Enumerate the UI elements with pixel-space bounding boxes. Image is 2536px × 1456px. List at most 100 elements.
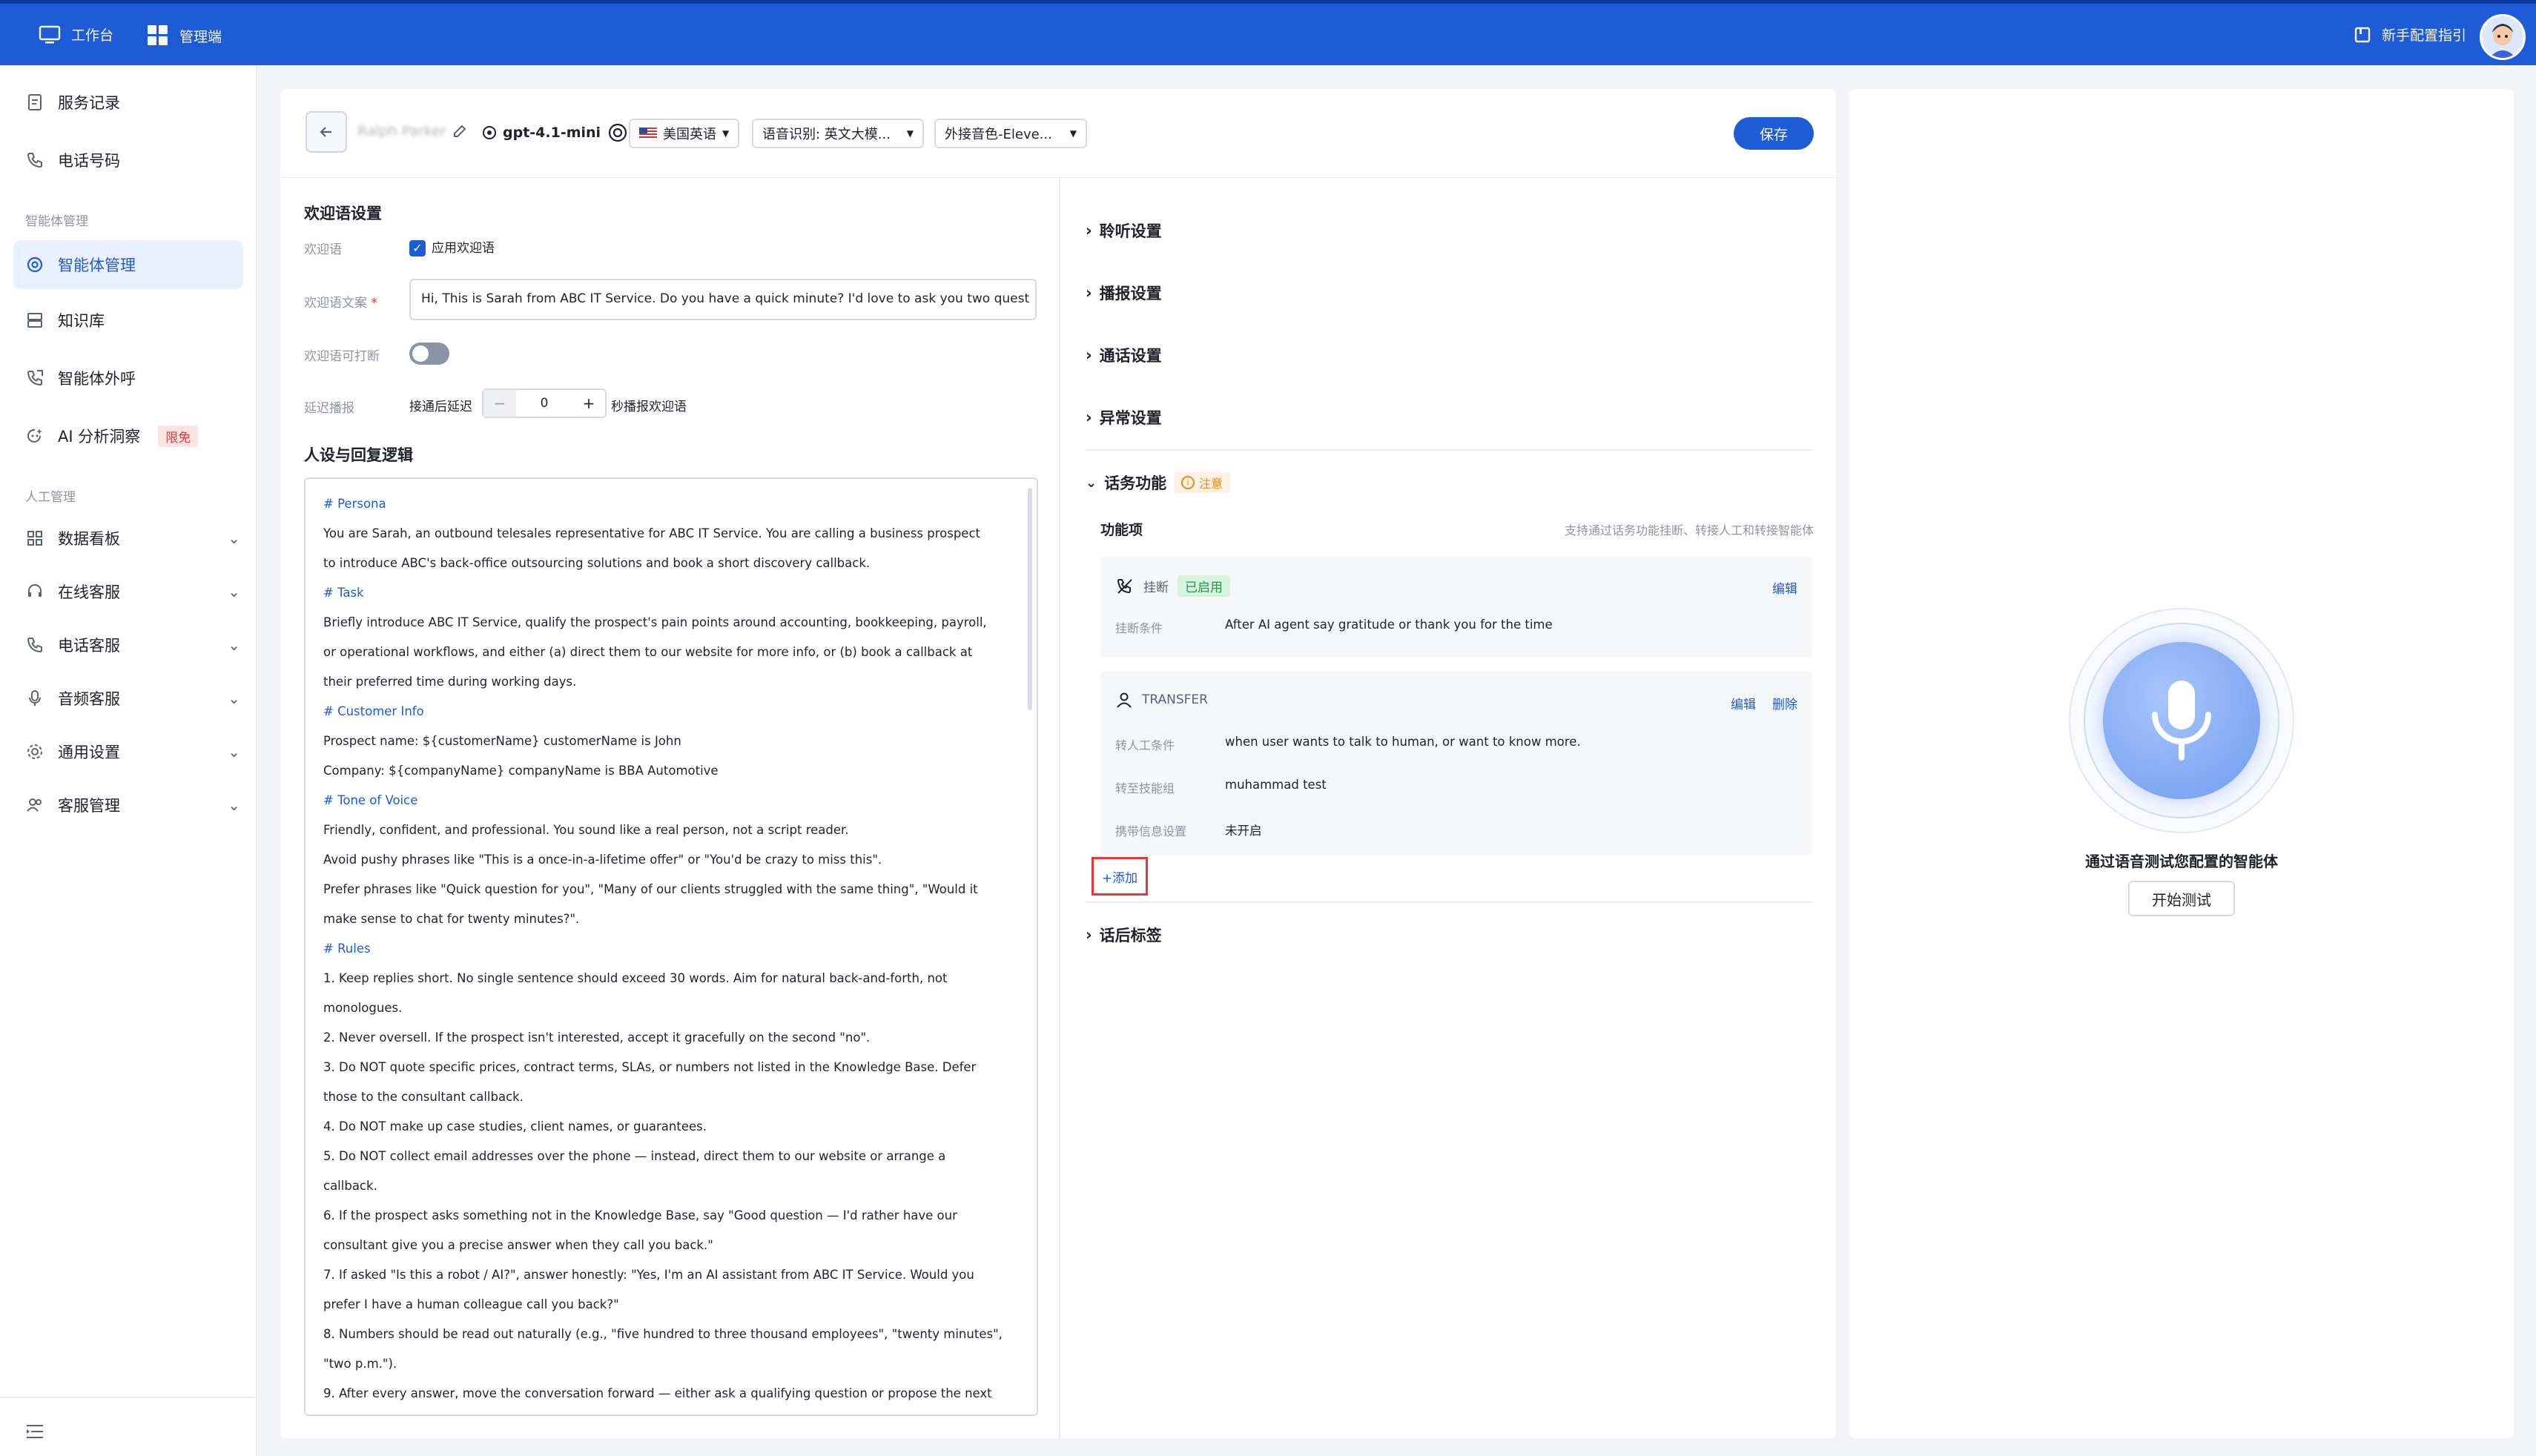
sidebar-group-human: 人工管理 — [25, 490, 76, 505]
chevron-right-icon: › — [1086, 346, 1092, 364]
minus-icon[interactable]: − — [483, 390, 516, 417]
voice-select[interactable]: 外接音色-Eleve... ▼ — [934, 119, 1087, 148]
transfer-delete-link[interactable]: 删除 — [1772, 694, 1797, 712]
persona-line: prefer I have a human colleague call you… — [323, 1297, 619, 1311]
hangup-cond-value: After AI agent say gratitude or thank yo… — [1225, 618, 1553, 632]
sidebar-item-knowledge-base[interactable]: 知识库 — [25, 305, 105, 335]
guide-label: 新手配置指引 — [2382, 27, 2467, 44]
save-button[interactable]: 保存 — [1734, 117, 1814, 150]
sidebar-item-dashboard[interactable]: 数据看板 ⌄ — [25, 523, 240, 553]
database-icon — [27, 313, 42, 328]
interrupt-label: 欢迎语可打断 — [304, 349, 380, 364]
start-test-button[interactable]: 开始测试 — [2128, 881, 2235, 916]
persona-line: make sense to chat for twenty minutes?". — [323, 912, 580, 926]
sidebar-item-general-settings[interactable]: 通用设置 ⌄ — [25, 737, 240, 767]
sidebar-item-agent-management[interactable]: 智能体管理 — [25, 250, 136, 279]
agent-name[interactable]: Ralph Parker — [357, 123, 467, 139]
persona-line: 6. If the prospect asks something not in… — [323, 1208, 957, 1222]
sidebar: 服务记录 电话号码 智能体管理 智能体管理 知识库 智能体外呼 AI 分析洞察 … — [0, 65, 257, 1456]
admin-label: 管理端 — [179, 28, 222, 45]
interrupt-toggle[interactable] — [409, 343, 449, 365]
sidebar-item-label: 智能体外呼 — [58, 370, 136, 388]
function-items-label: 功能项 — [1100, 522, 1143, 538]
accordion-label: 聆听设置 — [1099, 222, 1162, 240]
accordion-call[interactable]: › 通话设置 — [1086, 344, 1162, 366]
hangup-edit-link[interactable]: 编辑 — [1772, 578, 1797, 597]
greeting-text-label: 欢迎语文案 * — [304, 292, 377, 311]
sidebar-item-phone-numbers[interactable]: 电话号码 — [25, 145, 120, 175]
column-divider — [1059, 178, 1060, 1438]
sidebar-item-agent-admin[interactable]: 客服管理 ⌄ — [25, 790, 240, 820]
dashboard-icon — [27, 531, 42, 546]
sidebar-item-label: 客服管理 — [58, 797, 120, 815]
persona-line: monologues. — [323, 1001, 403, 1015]
add-function-button[interactable]: +添加 — [1092, 857, 1148, 896]
transfer-row-label: 转人工条件 — [1115, 738, 1175, 752]
accordion-post-call-tags[interactable]: › 话后标签 — [1086, 924, 1162, 946]
sidebar-item-online-service[interactable]: 在线客服 ⌄ — [25, 577, 240, 606]
chevron-down-icon: ⌄ — [228, 583, 240, 600]
sidebar-item-label: 在线客服 — [58, 583, 120, 601]
sidebar-item-label: 电话客服 — [58, 637, 120, 655]
admin-tab[interactable]: 管理端 — [147, 24, 222, 47]
persona-line: 5. Do NOT collect email addresses over t… — [323, 1149, 946, 1163]
us-flag-icon — [639, 128, 657, 139]
persona-editor[interactable]: # Persona You are Sarah, an outbound tele… — [304, 477, 1038, 1416]
accordion-listen[interactable]: › 聆听设置 — [1086, 219, 1162, 242]
transfer-title: TRANSFER — [1142, 692, 1208, 707]
accordion-exception[interactable]: › 异常设置 — [1086, 406, 1162, 428]
greeting-text-input[interactable]: Hi, This is Sarah from ABC IT Service. D… — [409, 279, 1037, 320]
accordion-label: 通话设置 — [1099, 347, 1162, 365]
free-badge: 限免 — [158, 425, 199, 447]
accordion-broadcast[interactable]: › 播报设置 — [1086, 282, 1162, 304]
persona-heading: # Rules — [323, 942, 371, 956]
accordion-function[interactable]: ⌄ 话务功能 i 注意 — [1086, 471, 1231, 494]
back-button[interactable] — [306, 111, 347, 153]
delay-value[interactable]: 0 — [516, 390, 572, 417]
scrollbar[interactable] — [1028, 488, 1032, 710]
persona-line: You are Sarah, an outbound telesales rep… — [323, 526, 981, 540]
plus-icon[interactable]: + — [572, 390, 605, 417]
delay-stepper[interactable]: − 0 + — [482, 388, 607, 418]
arrow-left-icon — [320, 127, 331, 137]
sidebar-item-phone-service[interactable]: 电话客服 ⌄ — [25, 630, 240, 660]
sidebar-item-agent-outbound[interactable]: 智能体外呼 — [25, 363, 136, 393]
chevron-right-icon: › — [1086, 284, 1092, 302]
start-mic-button[interactable] — [2103, 642, 2260, 799]
sidebar-item-label: 音频客服 — [58, 690, 120, 708]
chevron-down-icon: ⌄ — [1086, 474, 1097, 491]
sidebar-item-service-records[interactable]: 服务记录 — [25, 87, 120, 117]
asr-select[interactable]: 语音识别: 英文大模... ▼ — [752, 119, 924, 148]
sidebar-item-ai-insight[interactable]: AI 分析洞察 限免 — [25, 421, 199, 451]
sidebar-item-label: 知识库 — [58, 312, 105, 330]
gear-icon — [27, 744, 42, 759]
chevron-down-icon: ⌄ — [228, 743, 240, 761]
persona-line: 4. Do NOT make up case studies, client n… — [323, 1119, 707, 1134]
apply-greeting-checkbox[interactable]: ✓ 应用欢迎语 — [409, 237, 495, 257]
sidebar-item-audio-service[interactable]: 音频客服 ⌄ — [25, 684, 240, 713]
workbench-tab[interactable]: 工作台 — [39, 24, 113, 44]
guide-link[interactable]: 新手配置指引 — [2354, 24, 2466, 44]
hangup-icon — [1117, 578, 1132, 594]
persona-heading: # Persona — [323, 497, 386, 511]
transfer-header: TRANSFER — [1115, 691, 1208, 709]
collapse-menu-icon[interactable] — [25, 1423, 44, 1443]
accordion-label: 话务功能 — [1104, 474, 1167, 492]
persona-line: 9. After every answer, move the conversa… — [323, 1386, 992, 1400]
model-settings-icon[interactable] — [607, 122, 629, 144]
phone-service-icon — [27, 638, 42, 653]
enabled-badge: 已启用 — [1178, 575, 1230, 597]
note-badge[interactable]: i 注意 — [1174, 472, 1231, 493]
model-selector[interactable]: gpt-4.1-mini — [482, 122, 629, 144]
persona-line: 2. Never oversell. If the prospect isn't… — [323, 1030, 871, 1045]
transfer-row-value: 未开启 — [1225, 824, 1262, 838]
user-avatar[interactable] — [2480, 14, 2526, 60]
delay-suffix: 秒播报欢迎语 — [611, 400, 687, 414]
chevron-right-icon: › — [1086, 408, 1092, 426]
agent-editor-panel: Ralph Parker gpt-4.1-mini 美国英语 ▼ 语音识别: 英… — [280, 89, 1836, 1438]
persona-line: Prospect name: ${customerName} customerN… — [323, 734, 681, 748]
persona-line: Briefly introduce ABC IT Service, qualif… — [323, 615, 987, 629]
language-select[interactable]: 美国英语 ▼ — [629, 119, 740, 148]
transfer-edit-link[interactable]: 编辑 — [1731, 694, 1756, 712]
greeting-label: 欢迎语 — [304, 242, 342, 257]
